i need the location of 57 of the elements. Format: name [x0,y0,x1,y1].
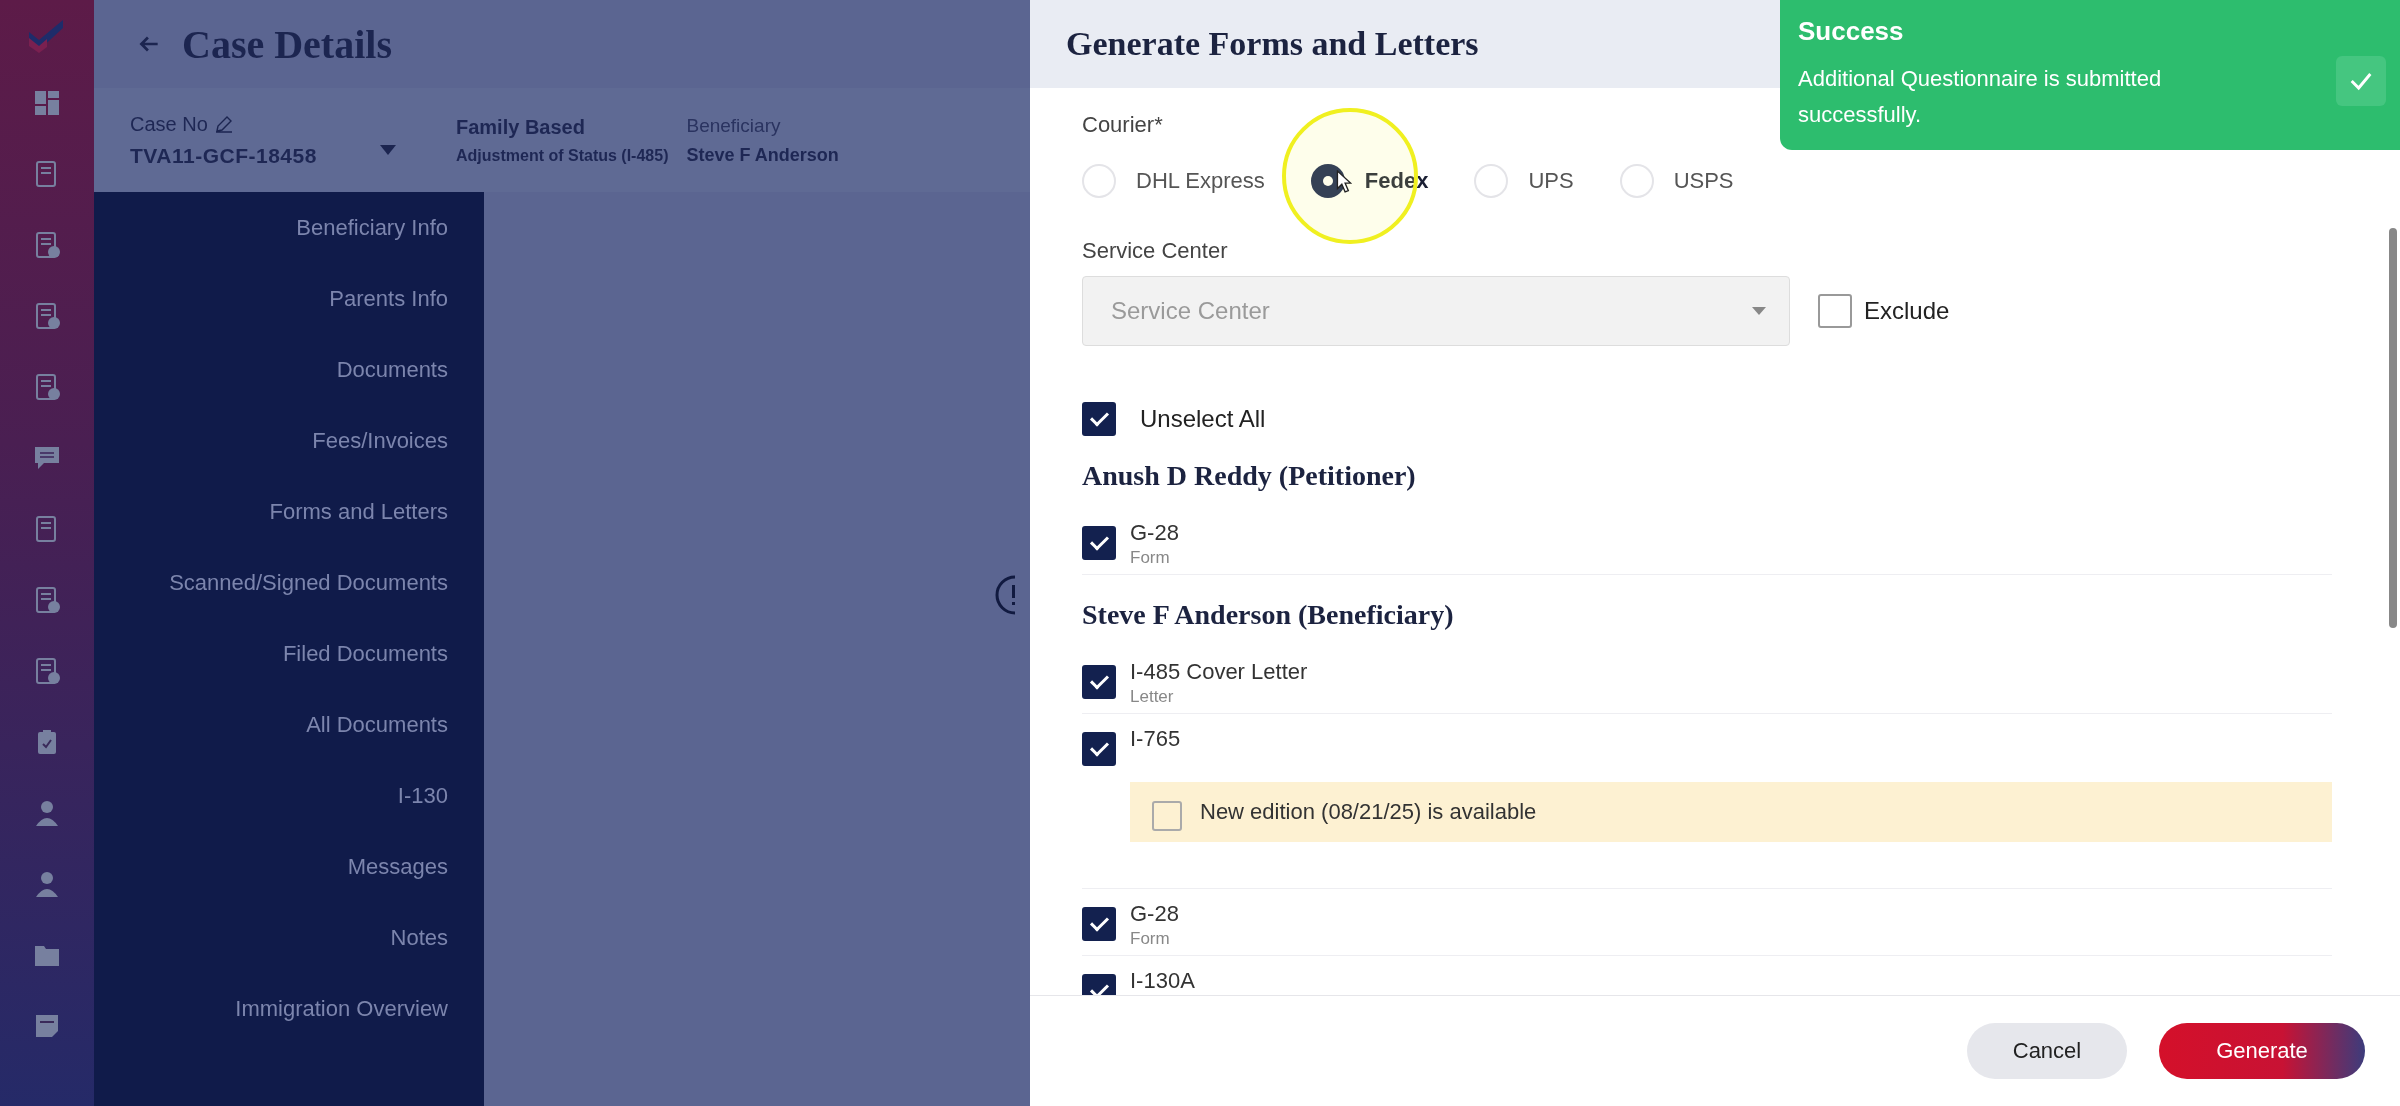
cancel-button[interactable]: Cancel [1967,1023,2127,1079]
nav-item[interactable]: Messages [347,851,448,922]
caret-icon[interactable] [1752,307,1766,315]
group-title: Anush D Reddy (Petitioner) [1082,460,1417,492]
checkbox-label: Exclude [1864,297,1950,325]
case-number-label: Case No [130,112,208,136]
nav-item[interactable]: Fees/Invoices [312,425,448,496]
page-title: Case Details [182,20,392,68]
drawer-title: Generate Forms and Letters [1066,25,1479,63]
check-icon [2336,56,2386,106]
radio-label: DHL Express [1136,168,1265,194]
nav-item[interactable]: Filed Documents [282,638,448,709]
nav-item[interactable]: Notes [390,922,448,993]
checkbox[interactable] [1082,732,1116,766]
nav-item[interactable]: Beneficiary Info [296,212,448,283]
nav-item[interactable]: Forms and Letters [269,496,448,567]
nav-item[interactable]: I-130 [397,780,448,851]
case-number: TVA11-GCF-18458 [130,143,318,168]
nav-item[interactable]: Immigration Overview [235,993,448,1064]
case-category: Family Based [456,115,586,139]
generate-button[interactable]: Generate [2159,1023,2365,1079]
nav-item[interactable]: Scanned/Signed Documents [169,567,448,638]
document-type: Letter [1130,687,1175,707]
radio-label: USPS [1673,168,1734,194]
nav-item[interactable]: All Documents [306,709,448,780]
toast-message: Additional Questionnaire is submitted successfully. [1798,65,2163,129]
checkbox[interactable] [1818,294,1852,328]
document-type: Form [1130,929,1171,949]
document-name: I-130A [1130,967,1195,995]
caret-icon[interactable] [380,145,396,155]
checkbox-label: Unselect All [1140,405,1266,433]
service-center-label: Service Center [1082,238,1228,264]
beneficiary-name: Steve F Anderson [686,144,839,166]
nav-item[interactable]: Parents Info [329,283,448,354]
document-name: I-485 Cover Letter [1130,658,1308,686]
toast-title: Success [1798,16,1905,47]
case-type: Adjustment of Status (I-485) [456,146,669,165]
checkbox[interactable] [1082,907,1116,941]
cursor-icon [1336,170,1352,194]
checkbox[interactable] [1082,526,1116,560]
radio-button[interactable] [1310,164,1345,198]
checkbox[interactable] [1082,665,1116,699]
checkbox[interactable] [1082,402,1116,436]
info-icon [995,575,1015,615]
notice-text: New edition (08/21/25) is available [1200,799,1537,825]
document-name: G-28 [1130,900,1179,928]
beneficiary-label: Beneficiary [686,114,782,137]
checkbox[interactable] [1152,801,1182,831]
courier-label: Courier* [1082,112,1163,138]
nav-item[interactable]: Documents [336,354,448,425]
dashboard-icon[interactable] [32,88,62,118]
edit-icon[interactable] [213,114,234,134]
group-title: Steve F Anderson (Beneficiary) [1082,599,1455,631]
radio-label: UPS [1528,168,1574,194]
document-name: I-765 [1130,725,1181,753]
document-type: Form [1130,548,1171,568]
document-name: G-28 [1130,519,1179,547]
